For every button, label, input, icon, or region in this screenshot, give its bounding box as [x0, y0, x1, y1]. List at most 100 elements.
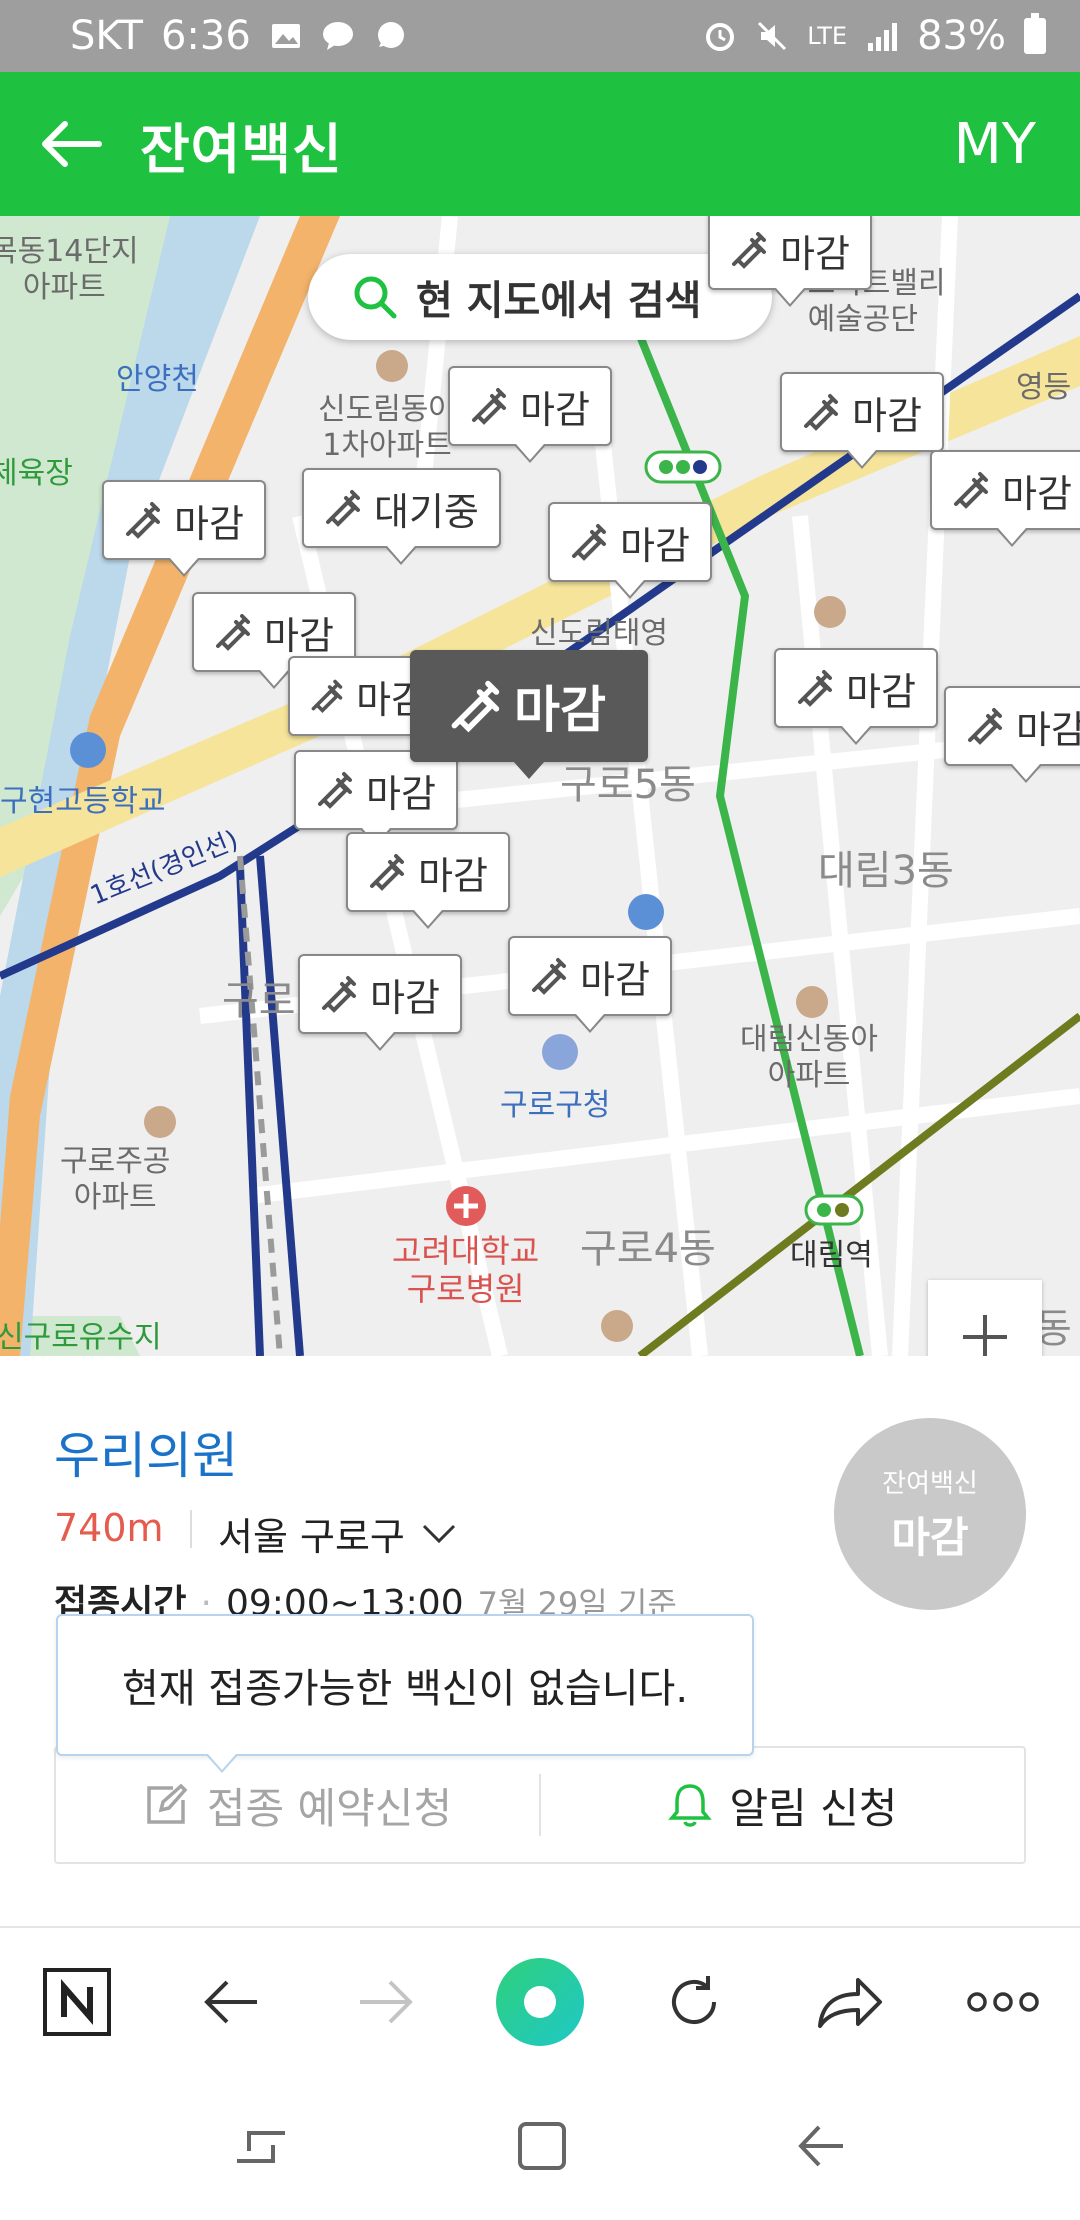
- green-dot-button[interactable]: [485, 1947, 595, 2057]
- back-icon: [797, 2125, 843, 2167]
- reserve-label: 접종 예약신청: [206, 1783, 453, 1833]
- map-label-gurojugong: 구로주공 아파트: [60, 1144, 171, 1215]
- map-label-mokdong: 목동14단지 아파트: [0, 234, 139, 305]
- system-back-button[interactable]: [795, 2121, 847, 2175]
- syringe-icon: [472, 388, 506, 425]
- marker-status: 마감: [580, 957, 650, 1002]
- marker-status: 마감: [852, 393, 922, 438]
- browser-back-button[interactable]: [176, 1947, 286, 2057]
- vaccine-marker[interactable]: 마감: [448, 366, 612, 463]
- vaccine-marker[interactable]: 마감: [708, 216, 872, 307]
- map-label-yeongdeungpo: 영등: [1016, 370, 1072, 405]
- naver-home-button[interactable]: [22, 1947, 132, 2057]
- share-icon: [817, 1978, 882, 2028]
- place-name[interactable]: 우리의원: [54, 1416, 238, 1488]
- map-label-daerim-shindonga: 대림신동아 아파트: [740, 1022, 878, 1093]
- map-label-guhyeon-school: 구현고등학교: [0, 784, 166, 819]
- reserve-button[interactable]: 접종 예약신청: [56, 1748, 539, 1862]
- map-label-guro: 구로: [222, 978, 296, 1024]
- refresh-icon: [672, 1976, 717, 2024]
- marker-status: 마감: [780, 231, 850, 276]
- home-icon: [517, 2122, 566, 2170]
- syringe-icon: [216, 614, 250, 651]
- vaccine-marker[interactable]: 마감: [774, 648, 938, 745]
- selected-vaccine-marker[interactable]: 마감: [410, 650, 648, 779]
- syringe-icon: [572, 524, 606, 561]
- more-dots-icon: [967, 1992, 1039, 2012]
- network-label: LTE: [807, 22, 848, 50]
- marker-status: 마감: [620, 523, 690, 568]
- signal-icon: [868, 23, 898, 51]
- status-badge: 잔여백신 마감: [834, 1418, 1026, 1610]
- share-button[interactable]: [794, 1947, 904, 2057]
- marker-status: 마감: [370, 975, 440, 1020]
- vaccine-marker-waiting[interactable]: 대기중: [302, 468, 501, 565]
- syringe-icon: [311, 679, 343, 713]
- marker-status: 마감: [174, 501, 244, 546]
- status-bar: SKT 6:36 LTE 83%: [0, 0, 1080, 72]
- zoom-in-button[interactable]: [928, 1280, 1042, 1356]
- vaccine-marker[interactable]: 마감: [944, 686, 1080, 783]
- vaccine-marker[interactable]: 마감: [930, 450, 1080, 547]
- home-button[interactable]: [516, 2120, 568, 2176]
- region-label: 서울 구로구: [218, 1515, 405, 1559]
- system-nav-bar: [0, 2076, 1080, 2220]
- naver-logo-icon: [43, 1968, 112, 2036]
- refresh-button[interactable]: [639, 1947, 749, 2057]
- marker-status: 마감: [1002, 471, 1072, 516]
- syringe-icon: [968, 708, 1002, 745]
- syringe-icon: [804, 394, 838, 431]
- recent-apps-button[interactable]: [233, 2121, 289, 2175]
- syringe-icon: [532, 958, 566, 995]
- map-label-sindorim-apt: 신도림동아 1차아파트: [318, 392, 456, 463]
- marker-status: 대기중: [374, 489, 479, 534]
- arrow-left-icon: [204, 1980, 258, 2024]
- marker-status: 마감: [366, 771, 436, 816]
- page-title: 잔여백신: [140, 117, 343, 181]
- place-detail-panel: 우리의원 740m 서울 구로구 접종시간 · 09:00~13:00 7월 2…: [0, 1356, 1080, 1926]
- map-label-gym: 체육장: [0, 456, 73, 491]
- vaccine-marker[interactable]: 마감: [298, 954, 462, 1051]
- browser-toolbar: [0, 1926, 1080, 2076]
- syringe-icon: [451, 680, 500, 733]
- map-label-korea-univ: 고려대학교 구로병원: [392, 1232, 540, 1308]
- syringe-icon: [318, 772, 352, 809]
- map-label-daerim3: 대림3동: [818, 848, 954, 894]
- back-button[interactable]: [0, 72, 140, 216]
- vaccine-marker[interactable]: 마감: [294, 750, 458, 847]
- region-dropdown[interactable]: 서울 구로구: [218, 1506, 457, 1561]
- recent-apps-icon: [237, 2131, 286, 2163]
- marker-status: 마감: [520, 387, 590, 432]
- more-button[interactable]: [948, 1947, 1058, 2057]
- map-label-anyangcheon: 안양천: [116, 362, 199, 397]
- syringe-icon: [322, 976, 356, 1013]
- green-dot-icon: [495, 1958, 584, 2046]
- vaccine-marker[interactable]: 마감: [780, 372, 944, 469]
- mute-icon: [758, 21, 787, 51]
- carrier-label: SKT: [70, 13, 143, 59]
- notify-button[interactable]: 알림 신청: [541, 1748, 1024, 1862]
- browser-forward-button[interactable]: [331, 1947, 441, 2057]
- plus-icon: [963, 1315, 1007, 1356]
- chevron-down-icon: [422, 1524, 455, 1543]
- map-view[interactable]: 목동14단지 아파트 안양천 신도림동아 1차아파트 체육장 신도림태영 아파트…: [0, 216, 1080, 1356]
- map-label-singuro-reservoir: 신구로유수지: [0, 1320, 162, 1355]
- vaccine-marker[interactable]: 마감: [102, 480, 266, 577]
- gallery-icon: [271, 24, 300, 48]
- search-this-map-label: 현 지도에서 검색: [416, 278, 702, 324]
- syringe-icon: [326, 490, 360, 527]
- search-this-map-button[interactable]: 현 지도에서 검색: [308, 254, 772, 340]
- vaccine-marker[interactable]: 마감: [346, 832, 510, 929]
- marker-status: 마감: [1016, 707, 1080, 752]
- arrow-right-icon: [359, 1980, 413, 2024]
- divider: [190, 1510, 192, 1548]
- syringe-icon: [126, 502, 160, 539]
- bell-icon: [667, 1784, 712, 1827]
- vaccine-marker[interactable]: 마감: [508, 936, 672, 1033]
- alarm-icon: [706, 23, 735, 51]
- arrow-left-icon: [42, 121, 102, 167]
- vaccine-marker[interactable]: 마감: [548, 502, 712, 599]
- action-bar: 접종 예약신청 알림 신청: [54, 1746, 1026, 1864]
- my-button[interactable]: MY: [953, 112, 1036, 177]
- app-bar: 잔여백신 MY: [0, 72, 1080, 216]
